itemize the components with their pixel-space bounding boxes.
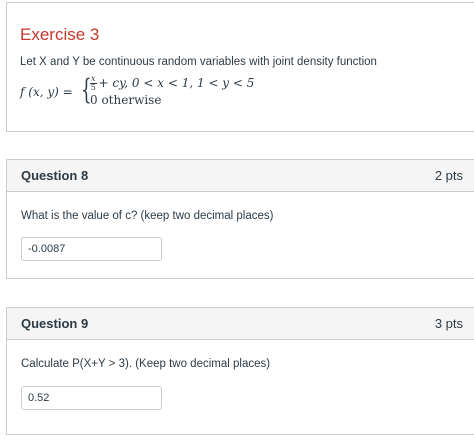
formula-case-2: 0 otherwise <box>90 93 162 107</box>
formula-args: (x, y) = <box>24 85 73 99</box>
answer-input[interactable] <box>21 237 162 261</box>
question-text: Calculate P(X+Y > 3). (Keep two decimal … <box>21 358 271 370</box>
formula-lhs: f (x, y) = <box>20 85 73 99</box>
question-text: What is the value of c? (keep two decima… <box>21 210 274 222</box>
question-title: Question 8 <box>21 168 89 183</box>
question-8-card: Question 8 2 pts What is the value of c?… <box>6 159 474 279</box>
fraction-denominator: 5 <box>90 83 96 92</box>
exercise-intro: Let X and Y be continuous random variabl… <box>20 56 377 68</box>
question-points: 2 pts <box>434 168 463 183</box>
formula-case-1: x 5 + cy, 0 < x < 1, 1 < y < 5 <box>90 75 254 92</box>
answer-input[interactable] <box>21 386 162 410</box>
question-points: 3 pts <box>434 316 463 331</box>
question-header: Question 9 3 pts <box>7 308 474 340</box>
question-title: Question 9 <box>21 316 89 331</box>
formula-case-1-rest: + cy, 0 < x < 1, 1 < y < 5 <box>98 76 255 90</box>
formula-fraction: x 5 <box>90 75 97 92</box>
exercise-card: Exercise 3 Let X and Y be continuous ran… <box>6 2 474 132</box>
question-9-card: Question 9 3 pts Calculate P(X+Y > 3). (… <box>6 307 474 435</box>
exercise-title: Exercise 3 <box>20 25 100 44</box>
question-header: Question 8 2 pts <box>7 160 474 192</box>
